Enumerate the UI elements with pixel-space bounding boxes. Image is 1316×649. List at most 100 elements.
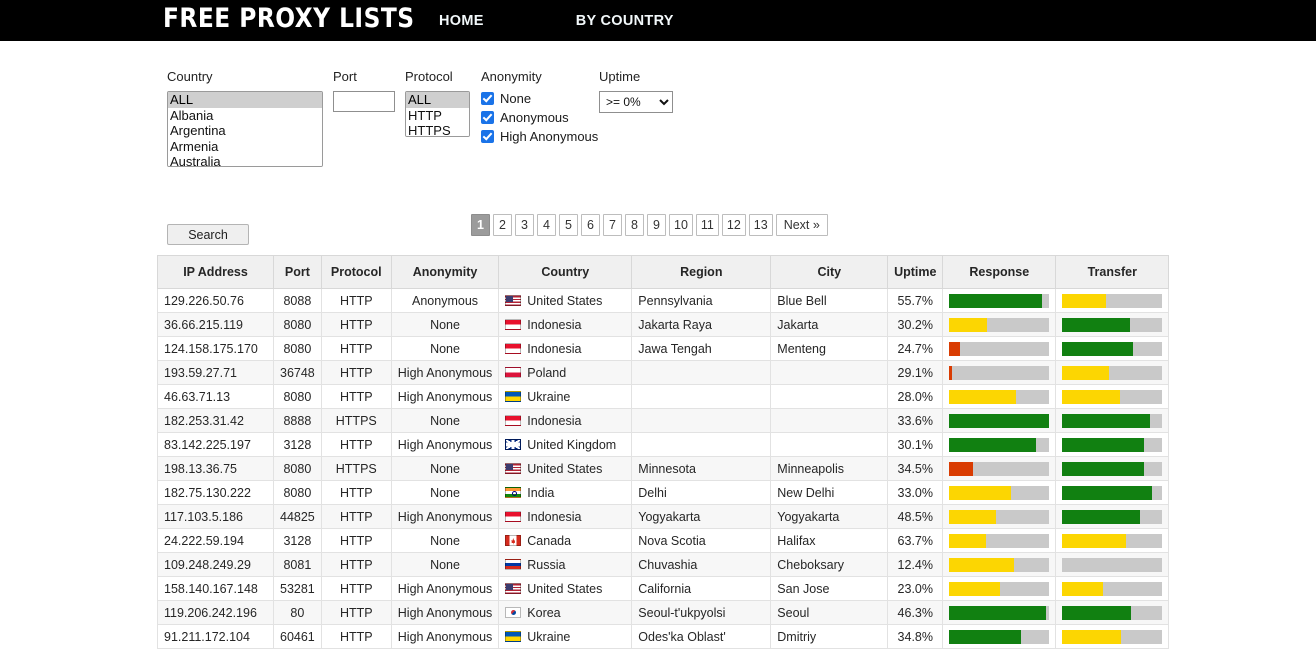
cell-region: [632, 385, 771, 409]
transfer-cell: [1056, 433, 1169, 457]
pagination-page-13[interactable]: 13: [749, 214, 773, 236]
country-label: Country: [167, 69, 323, 84]
cell-region: Pennsylvania: [632, 289, 771, 313]
country-name: Korea: [527, 606, 560, 620]
table-row: 129.226.50.768088HTTPAnonymousUnited Sta…: [158, 289, 1169, 313]
anonymity-checkbox-row[interactable]: Anonymous: [481, 110, 598, 125]
pagination-page-12[interactable]: 12: [722, 214, 746, 236]
transfer-bar-track: [1062, 414, 1162, 428]
cell-region: Seoul-t'ukpyolsi: [632, 601, 771, 625]
response-bar-fill: [949, 486, 1011, 500]
cell-country: Indonesia: [499, 409, 632, 433]
port-input[interactable]: [333, 91, 395, 112]
cell-protocol: HTTP: [321, 625, 391, 649]
country-option[interactable]: Australia: [168, 154, 322, 167]
country-name: Ukraine: [527, 630, 570, 644]
uptime-select[interactable]: >= 0%>= 20%>= 40%>= 60%>= 80%: [599, 91, 673, 113]
transfer-bar-fill: [1062, 438, 1144, 452]
pagination-page-7[interactable]: 7: [603, 214, 622, 236]
cell-ip-address: 129.226.50.76: [158, 289, 274, 313]
pagination-page-11[interactable]: 11: [696, 214, 719, 236]
response-cell: [943, 361, 1056, 385]
country-name: United States: [527, 462, 602, 476]
protocol-select[interactable]: ALLHTTPHTTPS: [405, 91, 470, 137]
response-bar-track: [949, 606, 1049, 620]
cell-country: United States: [499, 457, 632, 481]
country-select[interactable]: ALLAlbaniaArgentinaArmeniaAustralia: [167, 91, 323, 167]
country-option[interactable]: Armenia: [168, 139, 322, 155]
cell-country: Indonesia: [499, 505, 632, 529]
response-cell: [943, 625, 1056, 649]
flag-id-icon: [505, 415, 521, 426]
cell-anonymity: None: [391, 337, 499, 361]
cell-port: 53281: [274, 577, 322, 601]
country-option[interactable]: Albania: [168, 108, 322, 124]
table-row: 46.63.71.138080HTTPHigh AnonymousUkraine…: [158, 385, 1169, 409]
transfer-cell: [1056, 601, 1169, 625]
cell-ip-address: 124.158.175.170: [158, 337, 274, 361]
cell-ip-address: 109.248.249.29: [158, 553, 274, 577]
port-filter-group: Port: [333, 69, 395, 112]
response-bar-fill: [949, 462, 973, 476]
anonymity-checkbox-row[interactable]: High Anonymous: [481, 129, 598, 144]
country-option[interactable]: ALL: [168, 92, 322, 108]
country-name: United States: [527, 294, 602, 308]
cell-uptime: 55.7%: [888, 289, 943, 313]
country-name: Poland: [527, 366, 566, 380]
cell-country: Ukraine: [499, 385, 632, 409]
table-row: 24.222.59.1943128HTTPNoneCanadaNova Scot…: [158, 529, 1169, 553]
cell-region: Delhi: [632, 481, 771, 505]
cell-country: Poland: [499, 361, 632, 385]
pagination-page-9[interactable]: 9: [647, 214, 666, 236]
response-cell: [943, 601, 1056, 625]
response-bar-track: [949, 582, 1049, 596]
pagination-page-4[interactable]: 4: [537, 214, 556, 236]
cell-region: Chuvashia: [632, 553, 771, 577]
cell-ip-address: 182.75.130.222: [158, 481, 274, 505]
cell-region: Nova Scotia: [632, 529, 771, 553]
cell-ip-address: 182.253.31.42: [158, 409, 274, 433]
country-name: Ukraine: [527, 390, 570, 404]
nav-item-home[interactable]: HOME: [425, 13, 498, 29]
response-cell: [943, 433, 1056, 457]
protocol-option[interactable]: HTTPS: [406, 123, 469, 137]
cell-port: 36748: [274, 361, 322, 385]
cell-port: 3128: [274, 529, 322, 553]
cell-city: [771, 409, 888, 433]
pagination-page-8[interactable]: 8: [625, 214, 644, 236]
anonymity-checkbox-2[interactable]: [481, 130, 494, 143]
nav-item-by-country[interactable]: BY COUNTRY: [562, 13, 688, 29]
site-header: FREE PROXY LISTS HOME BY COUNTRY: [0, 0, 1316, 41]
cell-anonymity: High Anonymous: [391, 385, 499, 409]
pagination-page-5[interactable]: 5: [559, 214, 578, 236]
anonymity-checkbox-label: None: [500, 91, 531, 106]
transfer-cell: [1056, 577, 1169, 601]
anonymity-checkbox-1[interactable]: [481, 111, 494, 124]
cell-ip-address: 117.103.5.186: [158, 505, 274, 529]
protocol-option[interactable]: HTTP: [406, 108, 469, 124]
cell-anonymity: High Anonymous: [391, 433, 499, 457]
cell-country: United States: [499, 577, 632, 601]
pagination-page-2[interactable]: 2: [493, 214, 512, 236]
transfer-bar-fill: [1062, 318, 1130, 332]
cell-protocol: HTTP: [321, 433, 391, 457]
cell-country: India: [499, 481, 632, 505]
cell-ip-address: 198.13.36.75: [158, 457, 274, 481]
protocol-option[interactable]: ALL: [406, 92, 469, 108]
pagination-page-6[interactable]: 6: [581, 214, 600, 236]
pagination-next[interactable]: Next »: [776, 214, 828, 236]
search-button[interactable]: Search: [167, 224, 249, 245]
pagination-page-3[interactable]: 3: [515, 214, 534, 236]
pagination-page-10[interactable]: 10: [669, 214, 693, 236]
transfer-bar-track: [1062, 366, 1162, 380]
country-option[interactable]: Argentina: [168, 123, 322, 139]
column-header-port: Port: [274, 256, 322, 289]
anonymity-checkbox-0[interactable]: [481, 92, 494, 105]
pagination-page-1[interactable]: 1: [471, 214, 490, 236]
country-name: India: [527, 486, 554, 500]
response-bar-track: [949, 462, 1049, 476]
table-row: 182.75.130.2228080HTTPNoneIndiaDelhiNew …: [158, 481, 1169, 505]
cell-port: 8080: [274, 457, 322, 481]
anonymity-checkbox-row[interactable]: None: [481, 91, 598, 106]
response-cell: [943, 481, 1056, 505]
